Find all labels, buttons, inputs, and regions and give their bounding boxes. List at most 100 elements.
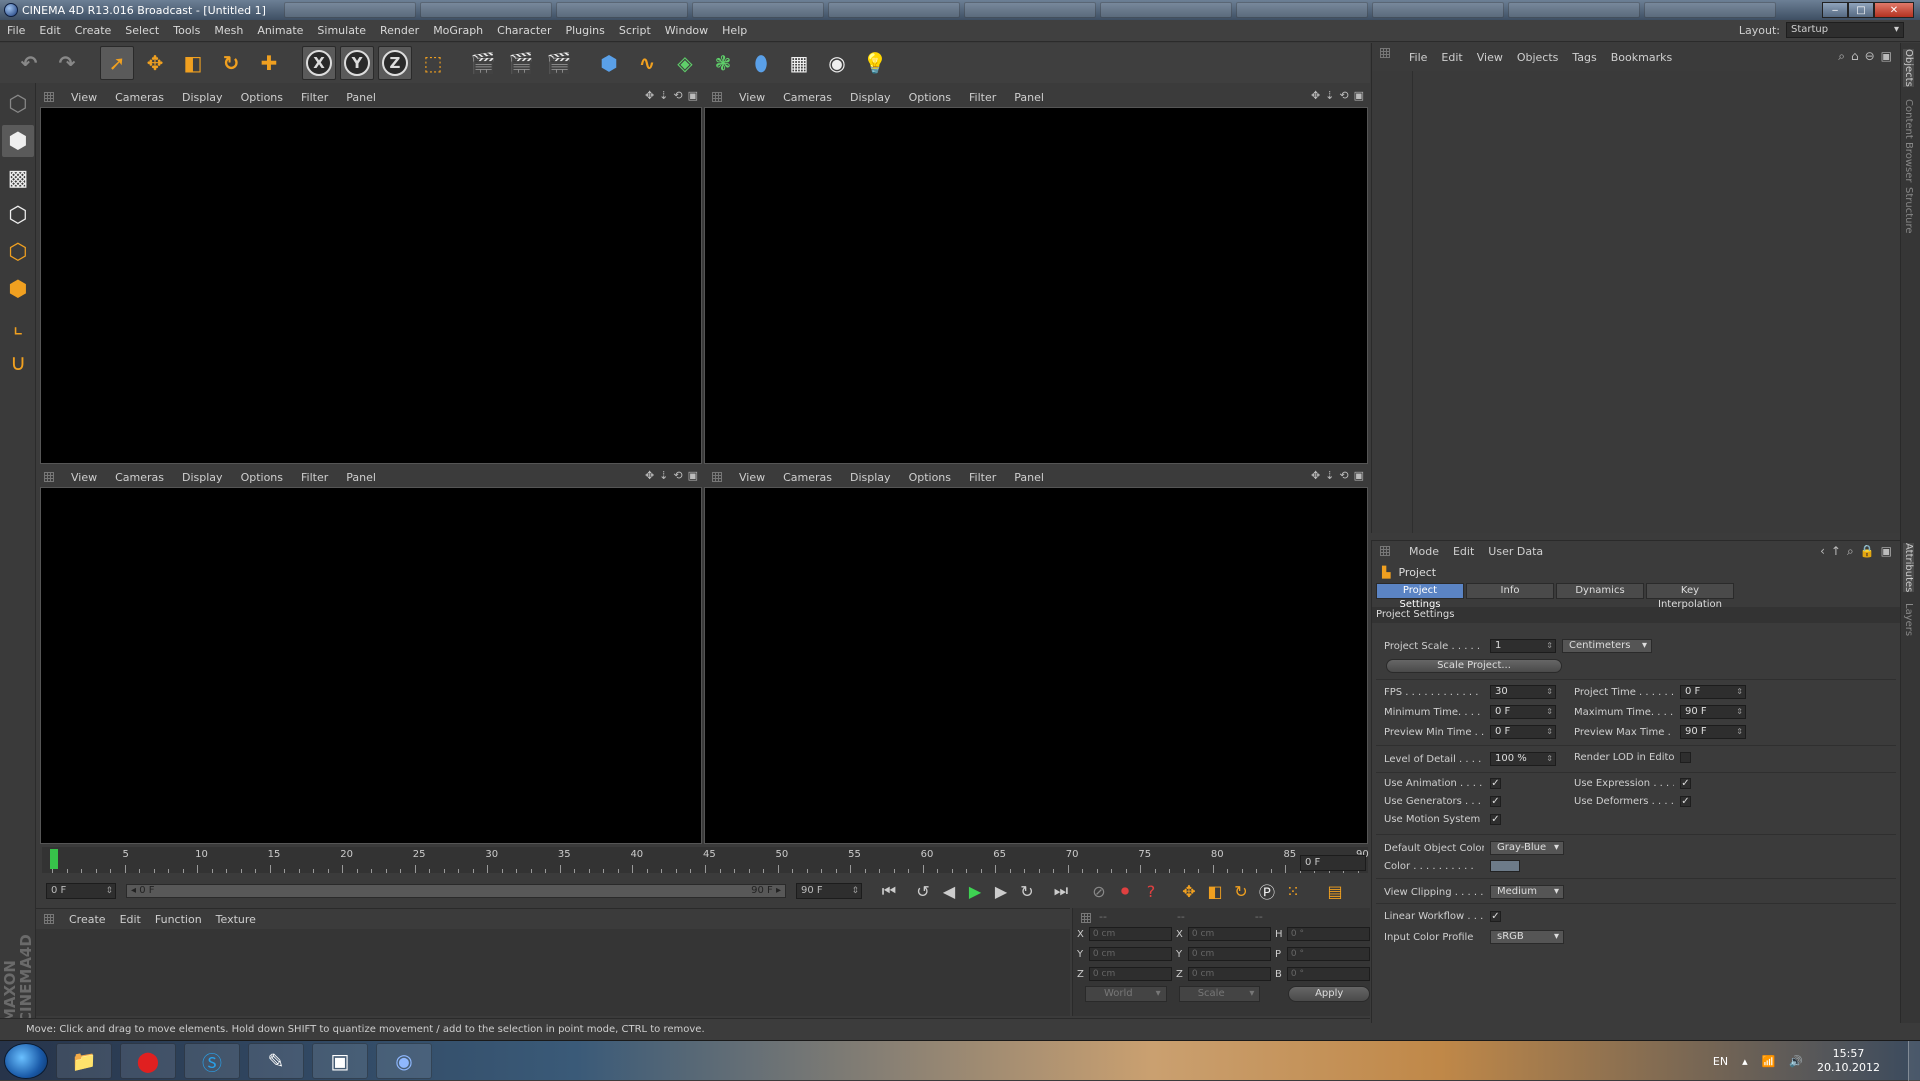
make-editable-button[interactable]: ⬡ xyxy=(2,88,34,120)
project-time-field[interactable]: 0 F xyxy=(1680,685,1746,699)
close-button[interactable]: ✕ xyxy=(1874,2,1914,18)
attribute-menu-mode[interactable]: Mode xyxy=(1402,545,1446,558)
max-frame-field[interactable]: 90 F xyxy=(796,883,862,899)
use-generators-checkbox[interactable]: ✓ xyxy=(1490,796,1501,807)
viewport-2[interactable] xyxy=(704,107,1368,464)
move-tool-button[interactable]: ✥ xyxy=(138,46,172,80)
back-arrow-icon[interactable]: ‹ xyxy=(1820,544,1825,559)
taskbar-opera[interactable]: ⬤ xyxy=(120,1043,176,1079)
viewport-menu-options[interactable]: Options xyxy=(232,471,292,484)
render-picture-viewer-button[interactable]: 🎬 xyxy=(504,46,538,80)
size-y-field[interactable]: 0 cm xyxy=(1187,947,1271,961)
render-view-button[interactable]: 🎬 xyxy=(466,46,500,80)
viewport-menu-options[interactable]: Options xyxy=(232,91,292,104)
current-frame-field[interactable]: 0 F xyxy=(46,883,116,899)
add-camera-button[interactable]: ◉ xyxy=(820,46,854,80)
timeline-current-frame-field[interactable]: 0 F xyxy=(1300,855,1366,871)
orbit-icon[interactable]: ⟲ xyxy=(1339,89,1348,102)
menu-render[interactable]: Render xyxy=(373,24,426,37)
input-color-profile-dropdown[interactable]: sRGB xyxy=(1490,930,1564,944)
y-axis-button[interactable]: Y xyxy=(340,46,374,80)
search-icon[interactable]: ⌕ xyxy=(1847,544,1854,559)
add-cube-button[interactable]: ⬢ xyxy=(592,46,626,80)
viewport-menu-filter[interactable]: Filter xyxy=(960,91,1005,104)
menu-simulate[interactable]: Simulate xyxy=(310,24,373,37)
rotation-b-field[interactable]: 0 ° xyxy=(1286,967,1370,981)
attribute-menu-user-data[interactable]: User Data xyxy=(1481,545,1550,558)
minimum-time-field[interactable]: 0 F xyxy=(1490,705,1556,719)
go-to-end-button[interactable]: ⏭ xyxy=(1048,878,1074,904)
viewport-menu-cameras[interactable]: Cameras xyxy=(774,471,841,484)
viewport-menu-display[interactable]: Display xyxy=(841,91,900,104)
object-menu-edit[interactable]: Edit xyxy=(1434,51,1469,64)
add-deformer-button[interactable]: ⬮ xyxy=(744,46,778,80)
object-menu-objects[interactable]: Objects xyxy=(1510,51,1566,64)
previous-key-button[interactable]: ↺ xyxy=(910,878,936,904)
axis-mode-button[interactable]: ⌞ xyxy=(2,310,34,342)
pan-icon[interactable]: ✥ xyxy=(645,89,654,102)
fps-field[interactable]: 30 xyxy=(1490,685,1556,699)
use-deformers-checkbox[interactable]: ✓ xyxy=(1680,796,1691,807)
use-animation-checkbox[interactable]: ✓ xyxy=(1490,778,1501,789)
apply-button[interactable]: Apply xyxy=(1288,986,1371,1002)
timeline-playhead[interactable] xyxy=(50,849,58,869)
search-icon[interactable]: ⌕ xyxy=(1838,49,1845,64)
viewport-menu-filter[interactable]: Filter xyxy=(292,91,337,104)
use-expression-checkbox[interactable]: ✓ xyxy=(1680,778,1691,789)
up-arrow-icon[interactable]: ↑ xyxy=(1831,544,1841,559)
tab-objects[interactable]: Objects xyxy=(1903,49,1914,87)
play-button[interactable]: ▶ xyxy=(962,878,988,904)
tab-project-settings[interactable]: Project Settings xyxy=(1376,583,1464,610)
add-nurbs-button[interactable]: ◈ xyxy=(668,46,702,80)
menu-animate[interactable]: Animate xyxy=(250,24,310,37)
link-icon[interactable]: ⊖ xyxy=(1865,49,1875,64)
redo-button[interactable]: ↷ xyxy=(50,46,84,80)
dolly-icon[interactable]: ⇣ xyxy=(659,89,668,102)
scale-dropdown[interactable]: Scale xyxy=(1178,986,1261,1002)
dolly-icon[interactable]: ⇣ xyxy=(1325,89,1334,102)
menu-mograph[interactable]: MoGraph xyxy=(426,24,490,37)
next-frame-button[interactable]: ▶ xyxy=(988,878,1014,904)
taskbar-app-4[interactable]: ✎ xyxy=(248,1043,304,1079)
new-window-icon[interactable]: ▣ xyxy=(1881,49,1892,64)
new-window-icon[interactable]: ▣ xyxy=(1881,544,1892,559)
rotation-h-field[interactable]: 0 ° xyxy=(1286,927,1370,941)
object-menu-bookmarks[interactable]: Bookmarks xyxy=(1604,51,1679,64)
keyframe-selection-button[interactable]: ? xyxy=(1138,878,1164,904)
menu-select[interactable]: Select xyxy=(118,24,166,37)
object-menu-file[interactable]: File xyxy=(1402,51,1434,64)
orbit-icon[interactable]: ⟲ xyxy=(673,469,682,482)
undo-button[interactable]: ↶ xyxy=(12,46,46,80)
color-swatch[interactable] xyxy=(1490,860,1520,872)
record-rotation-button[interactable]: ↻ xyxy=(1228,878,1254,904)
menu-mesh[interactable]: Mesh xyxy=(207,24,250,37)
viewport-menu-view[interactable]: View xyxy=(730,471,774,484)
maximize-button[interactable]: □ xyxy=(1848,2,1874,18)
orbit-icon[interactable]: ⟲ xyxy=(673,89,682,102)
taskbar-skype[interactable]: Ⓢ xyxy=(184,1043,240,1079)
menu-tools[interactable]: Tools xyxy=(166,24,207,37)
menu-window[interactable]: Window xyxy=(658,24,715,37)
maximize-view-icon[interactable]: ▣ xyxy=(688,469,698,482)
record-keys-button[interactable]: ⊘ xyxy=(1086,878,1112,904)
render-settings-button[interactable]: 🎬 xyxy=(542,46,576,80)
preview-min-field[interactable]: 0 F xyxy=(1490,725,1556,739)
record-parameter-button[interactable]: Ⓟ xyxy=(1254,878,1280,904)
add-light-button[interactable]: 💡 xyxy=(858,46,892,80)
viewport-menu-filter[interactable]: Filter xyxy=(292,471,337,484)
viewport-menu-panel[interactable]: Panel xyxy=(1005,471,1053,484)
minimize-button[interactable]: ‒ xyxy=(1822,2,1848,18)
attribute-menu-edit[interactable]: Edit xyxy=(1446,545,1481,558)
tab-structure[interactable]: Structure xyxy=(1903,187,1914,234)
edges-mode-button[interactable]: ⬡ xyxy=(2,236,34,268)
viewport-menu-view[interactable]: View xyxy=(62,91,106,104)
taskbar-app-5[interactable]: ▣ xyxy=(312,1043,368,1079)
add-spline-button[interactable]: ∿ xyxy=(630,46,664,80)
project-scale-unit-dropdown[interactable]: Centimeters xyxy=(1562,639,1652,653)
viewport-menu-panel[interactable]: Panel xyxy=(1005,91,1053,104)
default-object-color-dropdown[interactable]: Gray-Blue xyxy=(1490,841,1564,855)
material-menu-function[interactable]: Function xyxy=(148,913,209,926)
menu-file[interactable]: File xyxy=(0,24,32,37)
viewport-3[interactable] xyxy=(40,487,702,844)
go-to-start-button[interactable]: ⏮ xyxy=(876,878,902,904)
